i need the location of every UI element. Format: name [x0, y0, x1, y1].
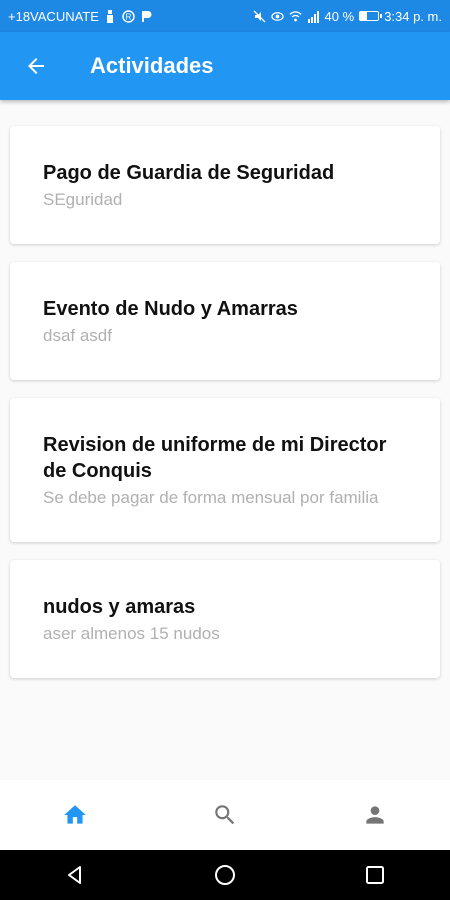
- notification-icon: [104, 9, 117, 23]
- activity-card[interactable]: Revision de uniforme de mi Director de C…: [10, 398, 440, 542]
- system-recents-button[interactable]: [325, 850, 425, 900]
- activity-title: nudos y amaras: [43, 596, 196, 618]
- status-left: +18VACUNATE R: [8, 9, 153, 24]
- mute-icon: [253, 10, 266, 23]
- signal-icon: [307, 10, 320, 23]
- page-title: Actividades: [90, 53, 214, 78]
- carrier-text: +18VACUNATE: [8, 8, 99, 24]
- activity-list: Pago de Guardia de Seguridad SEguridad E…: [10, 126, 440, 696]
- nav-search[interactable]: [150, 780, 300, 850]
- activity-subtitle: Se debe pagar de forma mensual por famil…: [43, 488, 379, 507]
- circle-home-icon: [215, 865, 235, 885]
- bottom-navigation: [0, 780, 450, 850]
- square-recents-icon: [366, 866, 384, 884]
- person-icon: [366, 806, 384, 824]
- status-bar: +18VACUNATE R 40 % 3:34 p. m.: [0, 0, 450, 32]
- nav-profile[interactable]: [300, 780, 450, 850]
- activity-title: Evento de Nudo y Amarras: [43, 298, 298, 320]
- nav-home[interactable]: [0, 780, 150, 850]
- activity-card[interactable]: nudos y amaras aser almenos 15 nudos: [10, 560, 440, 678]
- triangle-back-icon: [68, 866, 81, 884]
- system-home-button[interactable]: [175, 850, 275, 900]
- back-button[interactable]: [0, 32, 72, 100]
- battery-percent: 40 %: [324, 8, 355, 24]
- registered-icon: R: [122, 9, 135, 23]
- activity-subtitle: aser almenos 15 nudos: [43, 624, 220, 643]
- activity-title: Pago de Guardia de Seguridad: [43, 162, 335, 184]
- battery-icon: [359, 11, 383, 21]
- p-app-icon: [140, 10, 153, 23]
- activity-title: Revision de uniforme de mi Director de C…: [43, 434, 387, 482]
- wifi-icon: [288, 10, 302, 23]
- clock: 3:34 p. m.: [384, 8, 442, 24]
- search-icon: [215, 805, 235, 825]
- system-navigation-bar: [0, 850, 450, 900]
- home-icon: [64, 805, 86, 824]
- svg-text:R: R: [126, 12, 132, 21]
- activity-subtitle: dsaf asdf: [43, 326, 112, 345]
- status-right: 40 % 3:34 p. m.: [253, 9, 442, 24]
- activity-card[interactable]: Evento de Nudo y Amarras dsaf asdf: [10, 262, 440, 380]
- activity-card[interactable]: Pago de Guardia de Seguridad SEguridad: [10, 126, 440, 244]
- eye-icon: [270, 10, 284, 23]
- system-back-button[interactable]: [25, 850, 125, 900]
- arrow-back-icon: [28, 58, 44, 74]
- activity-subtitle: SEguridad: [43, 190, 123, 209]
- app-bar: Actividades: [0, 32, 450, 100]
